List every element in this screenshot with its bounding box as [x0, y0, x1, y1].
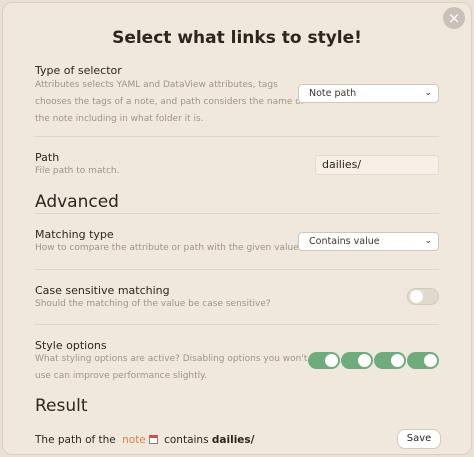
style-option-toggle-2[interactable] [341, 352, 373, 369]
setting-description: Should the matching of the value be case… [35, 299, 271, 309]
close-button[interactable]: × [443, 7, 465, 29]
toggle-knob [325, 354, 338, 367]
toggle-knob [391, 354, 404, 367]
chevron-down-icon: ⌄ [424, 88, 432, 98]
modal-title: Select what links to style! [112, 28, 362, 48]
setting-description: How to compare the attribute or path wit… [35, 243, 302, 253]
style-links-modal: × Select what links to style! Type of se… [2, 2, 472, 455]
setting-description: What styling options are active? Disabli… [35, 354, 308, 381]
setting-style-options: Style options What styling options are a… [35, 324, 439, 395]
toggle-knob [424, 354, 437, 367]
path-input[interactable]: dailies/ [315, 155, 439, 175]
calendar-icon [148, 435, 158, 444]
toggle-knob [410, 290, 423, 303]
result-heading: Result [35, 396, 88, 416]
note-link[interactable]: note [122, 434, 146, 446]
setting-case-sensitive: Case sensitive matching Should the match… [35, 269, 439, 325]
close-icon: × [447, 9, 461, 27]
setting-type-of-selector: Type of selector Attributes selects YAML… [35, 61, 439, 133]
chevron-down-icon: ⌄ [424, 236, 432, 246]
style-option-toggle-1[interactable] [308, 352, 340, 369]
setting-path: Path File path to match. dailies/ [35, 136, 439, 187]
setting-description: File path to match. [35, 166, 120, 176]
setting-name: Type of selector [35, 64, 122, 77]
advanced-heading: Advanced [35, 192, 119, 212]
toggle-knob [358, 354, 371, 367]
style-option-toggle-4[interactable] [407, 352, 439, 369]
case-sensitive-toggle[interactable] [407, 288, 439, 305]
selector-type-dropdown[interactable]: Note path ⌄ [298, 84, 439, 103]
save-button[interactable]: Save [397, 429, 441, 449]
style-option-toggle-3[interactable] [374, 352, 406, 369]
matching-type-dropdown[interactable]: Contains value ⌄ [298, 232, 439, 251]
setting-description: Attributes selects YAML and DataView att… [35, 80, 304, 124]
result-preview: The path of the note contains dailies/ [35, 434, 255, 446]
setting-matching-type: Matching type How to compare the attribu… [35, 213, 439, 270]
